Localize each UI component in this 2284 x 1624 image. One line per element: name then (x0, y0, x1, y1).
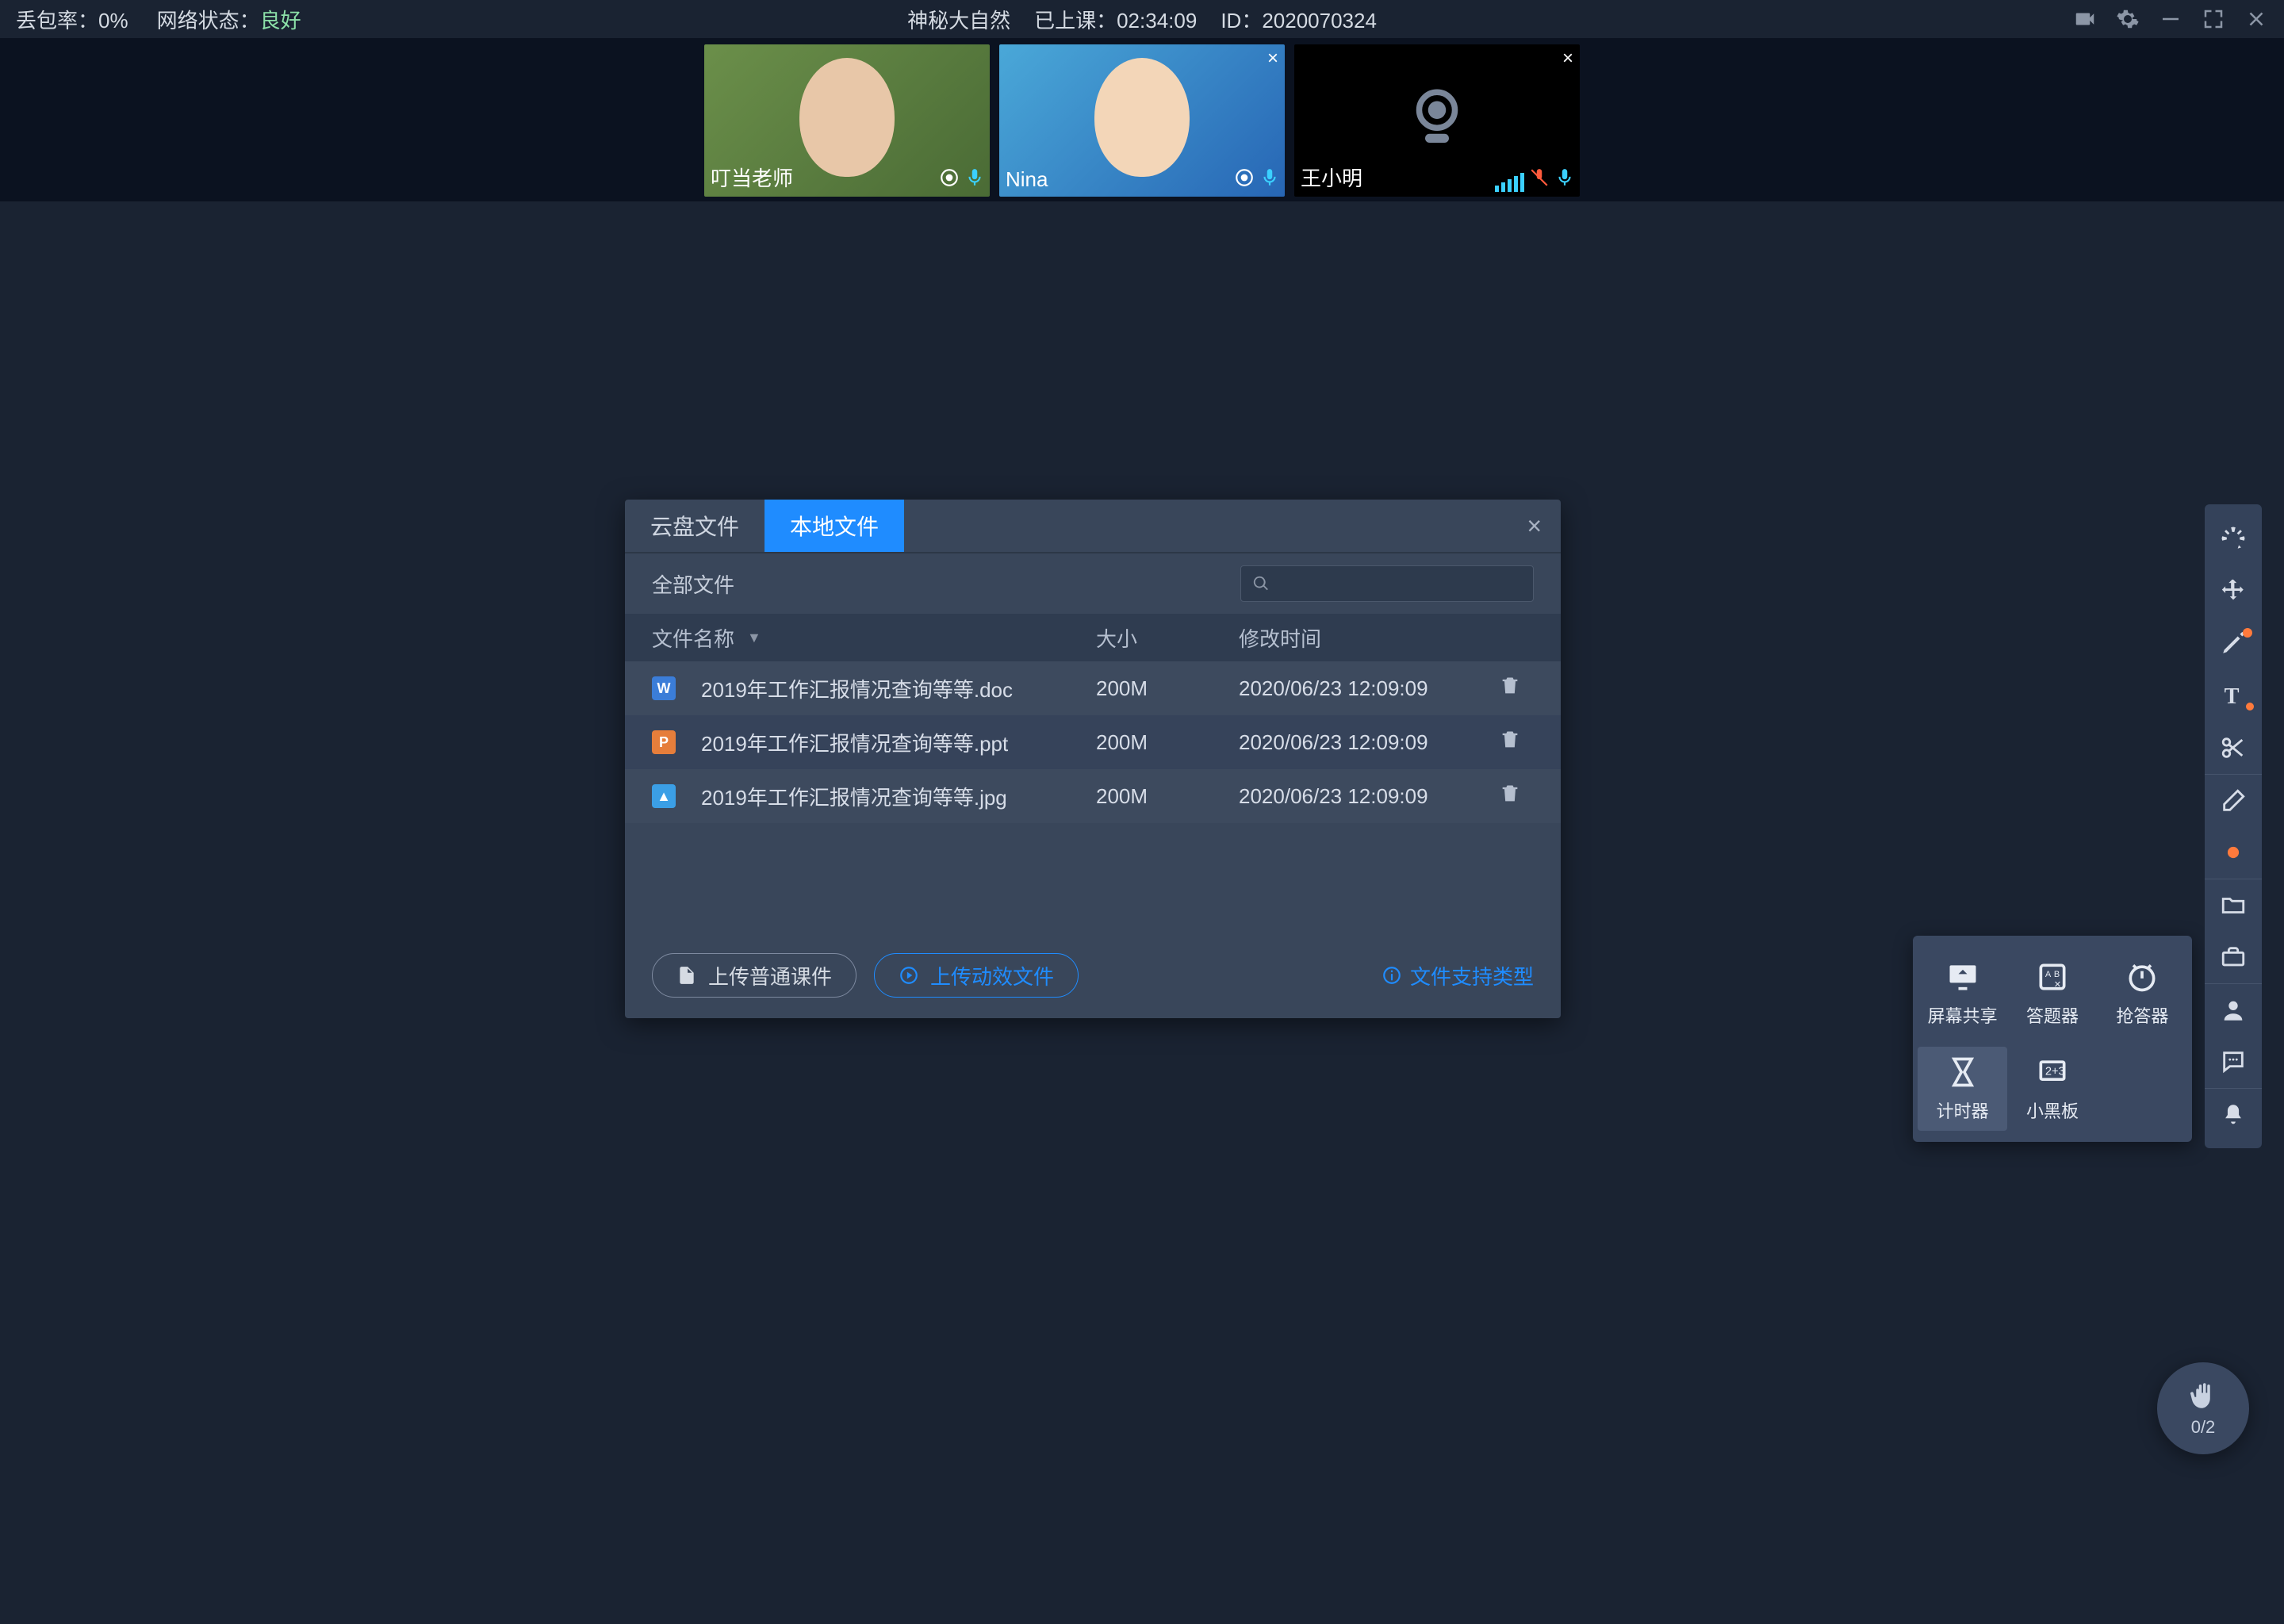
tile-close-icon[interactable]: × (1562, 48, 1573, 70)
file-name: 2019年工作汇报情况查询等等.doc (701, 674, 1013, 703)
file-size: 200M (1096, 784, 1239, 809)
class-id: ID：2020070324 (1221, 5, 1377, 34)
tab-cloud-files[interactable]: 云盘文件 (625, 500, 765, 552)
file-row[interactable]: W 2019年工作汇报情况查询等等.doc 200M 2020/06/23 12:… (625, 661, 1561, 715)
svg-text:B: B (2054, 970, 2060, 979)
file-table-header: 文件名称 ▼ 大小 修改时间 (625, 614, 1561, 661)
tool-answer[interactable]: AB✕ 答题器 (2007, 952, 2097, 1036)
file-table-body: W 2019年工作汇报情况查询等等.doc 200M 2020/06/23 12:… (625, 661, 1561, 822)
file-type-icon: W (652, 676, 676, 700)
tool-eraser[interactable] (2205, 774, 2262, 826)
session-time: 已上课：02:34:09 (1034, 5, 1197, 34)
toolbox-popover: 屏幕共享 AB✕ 答题器 抢答器 计时器 2+3 小黑板 (1913, 936, 2192, 1142)
file-name: 2019年工作汇报情况查询等等.ppt (701, 728, 1008, 757)
participant-strip: 叮当老师 × Nina × 王小明 (0, 38, 2284, 201)
file-row[interactable]: ▲ 2019年工作汇报情况查询等等.jpg 200M 2020/06/23 12:… (625, 769, 1561, 823)
tile-close-icon[interactable]: × (1267, 48, 1278, 70)
tool-chat[interactable] (2205, 1036, 2262, 1088)
col-date-label[interactable]: 修改时间 (1239, 623, 1486, 653)
file-size: 200M (1096, 676, 1239, 701)
mic-icon (964, 167, 985, 192)
close-icon[interactable] (2244, 7, 2268, 31)
fullscreen-icon[interactable] (2202, 7, 2225, 31)
participant-name: Nina (1006, 167, 1048, 192)
participant-tile[interactable]: 叮当老师 (704, 44, 990, 197)
upload-animated-button[interactable]: 上传动效文件 (874, 953, 1079, 998)
tool-text[interactable]: T (2205, 669, 2262, 722)
tool-laser[interactable] (2205, 512, 2262, 565)
col-name-label[interactable]: 文件名称 (652, 623, 734, 653)
participant-name: 叮当老师 (711, 163, 793, 192)
file-type-icon: ▲ (652, 784, 676, 808)
svg-text:T: T (2225, 684, 2240, 709)
supported-types-link[interactable]: 文件支持类型 (1382, 961, 1534, 990)
search-input[interactable] (1240, 565, 1534, 602)
svg-text:A: A (2045, 970, 2052, 979)
modal-close-icon[interactable]: × (1508, 500, 1561, 552)
participant-name: 王小明 (1301, 163, 1362, 192)
file-date: 2020/06/23 12:09:09 (1239, 730, 1486, 755)
svg-text:2+3: 2+3 (2045, 1066, 2065, 1078)
all-files-label: 全部文件 (652, 569, 734, 599)
camera-off-icon (1401, 83, 1473, 159)
hand-icon (2186, 1379, 2220, 1412)
network-status: 网络状态：良好 (157, 5, 301, 34)
tool-move[interactable] (2205, 565, 2262, 617)
sort-caret-icon[interactable]: ▼ (747, 630, 761, 646)
tool-timer[interactable]: 计时器 (1918, 1047, 2007, 1131)
right-toolbar: T (2205, 504, 2262, 1148)
packet-loss: 丢包率：0% (16, 5, 128, 34)
file-date: 2020/06/23 12:09:09 (1239, 676, 1486, 701)
tool-pen[interactable] (2205, 617, 2262, 669)
signal-icon (1495, 173, 1524, 192)
settings-icon[interactable] (2116, 7, 2140, 31)
tool-user[interactable] (2205, 983, 2262, 1036)
file-size: 200M (1096, 730, 1239, 755)
delete-file-button[interactable] (1486, 729, 1534, 756)
tool-screen-share[interactable]: 屏幕共享 (1918, 952, 2007, 1036)
minimize-icon[interactable] (2159, 7, 2182, 31)
tool-folder[interactable] (2205, 879, 2262, 931)
top-bar: 丢包率：0% 网络状态：良好 神秘大自然 已上课：02:34:09 ID：202… (0, 0, 2284, 38)
tool-buzzer[interactable]: 抢答器 (2098, 952, 2187, 1036)
delete-file-button[interactable] (1486, 783, 1534, 810)
file-type-icon: P (652, 730, 676, 754)
record-icon (939, 167, 960, 192)
file-row[interactable]: P 2019年工作汇报情况查询等等.ppt 200M 2020/06/23 12:… (625, 715, 1561, 769)
tool-toolbox[interactable] (2205, 931, 2262, 983)
mic-icon (1554, 167, 1575, 192)
file-date: 2020/06/23 12:09:09 (1239, 784, 1486, 809)
mic-muted-icon (1529, 167, 1550, 192)
col-size-label[interactable]: 大小 (1096, 623, 1239, 653)
search-icon (1252, 575, 1270, 592)
file-name: 2019年工作汇报情况查询等等.jpg (701, 782, 1007, 811)
participant-tile[interactable]: × 王小明 (1294, 44, 1580, 197)
tool-cut[interactable] (2205, 722, 2262, 774)
raise-hand-button[interactable]: 0/2 (2157, 1362, 2249, 1454)
tool-bell[interactable] (2205, 1088, 2262, 1140)
tab-local-files[interactable]: 本地文件 (765, 500, 904, 552)
file-picker-modal: 云盘文件 本地文件 × 全部文件 文件名称 ▼ 大小 修改时间 W 2019年工作… (625, 500, 1561, 1018)
class-title: 神秘大自然 (907, 5, 1010, 34)
record-icon (1234, 167, 1255, 192)
tool-color[interactable] (2205, 826, 2262, 879)
svg-text:✕: ✕ (2054, 980, 2061, 990)
upload-normal-button[interactable]: 上传普通课件 (652, 953, 856, 998)
hand-count: 0/2 (2191, 1417, 2216, 1438)
delete-file-button[interactable] (1486, 675, 1534, 703)
tool-blackboard[interactable]: 2+3 小黑板 (2007, 1047, 2097, 1131)
camera-icon[interactable] (2073, 7, 2097, 31)
mic-icon (1259, 167, 1280, 192)
participant-tile[interactable]: × Nina (999, 44, 1285, 197)
